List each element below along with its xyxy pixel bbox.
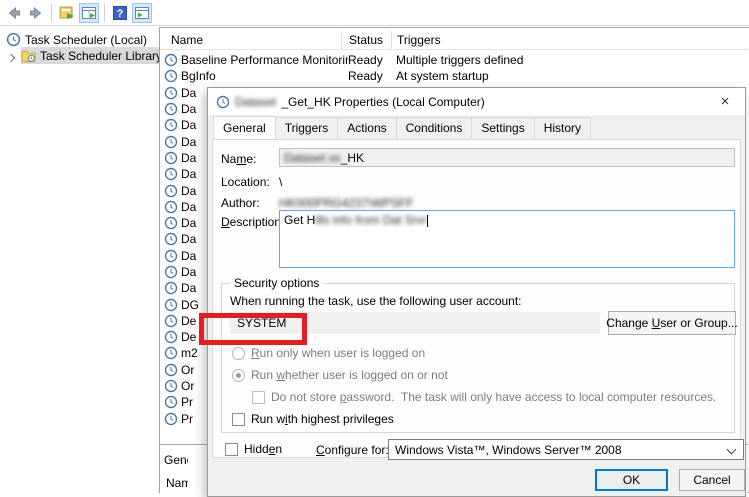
column-separator[interactable] bbox=[341, 31, 342, 49]
dialog-tab[interactable]: History bbox=[534, 117, 591, 140]
toolbar-separator bbox=[104, 4, 105, 22]
tree-expander-icon[interactable] bbox=[8, 50, 14, 64]
dialog-title: Dataset _Get_HK Properties (Local Comput… bbox=[216, 95, 485, 109]
task-triggers: Multiple triggers defined bbox=[396, 53, 523, 67]
standard-view-icon[interactable] bbox=[132, 3, 152, 23]
dialog-tab[interactable]: Settings bbox=[471, 117, 534, 140]
checkbox-hidden[interactable]: Hidden bbox=[225, 442, 282, 456]
sidebar-item-task-scheduler-local[interactable]: Task Scheduler (Local) bbox=[6, 31, 147, 48]
task-clock-icon bbox=[164, 395, 178, 409]
dialog-tabstrip: GeneralTriggersActionsConditionsSettings… bbox=[213, 117, 590, 140]
forward-arrow-icon[interactable] bbox=[26, 3, 46, 23]
sidebar-item-label: Task Scheduler Library bbox=[40, 49, 162, 63]
console-tree-toggle-icon[interactable] bbox=[57, 3, 77, 23]
task-clock-icon bbox=[164, 314, 178, 328]
task-clock-icon bbox=[164, 265, 178, 279]
location-value: \ bbox=[279, 175, 735, 189]
toolbar: ? bbox=[0, 0, 749, 26]
column-header-status[interactable]: Status bbox=[349, 33, 383, 47]
task-row[interactable]: Baseline Performance Monitoring Ready Mu… bbox=[160, 52, 748, 68]
checkbox-icon bbox=[232, 413, 245, 426]
task-triggers: At system startup bbox=[396, 69, 489, 83]
clock-icon bbox=[216, 95, 230, 109]
chevron-down-icon bbox=[727, 445, 737, 455]
preview-tab-general[interactable]: General bbox=[164, 453, 188, 467]
dialog-tab[interactable]: Triggers bbox=[275, 117, 339, 140]
location-label: Location: bbox=[221, 175, 270, 189]
checkbox-no-password[interactable]: Do not store password. The task will onl… bbox=[252, 390, 716, 404]
configure-for-dropdown[interactable]: Windows Vista™, Windows Server™ 2008 bbox=[388, 439, 744, 460]
cancel-button[interactable]: Cancel bbox=[679, 469, 745, 491]
task-clock-icon bbox=[164, 184, 178, 198]
annotation-rectangle bbox=[199, 313, 307, 345]
help-icon[interactable]: ? bbox=[110, 3, 130, 23]
task-name: BgInfo bbox=[181, 69, 348, 83]
name-label: Name: bbox=[221, 152, 256, 166]
task-clock-icon bbox=[164, 249, 178, 263]
preview-name-label: Name: bbox=[166, 476, 188, 490]
dialog-tab[interactable]: Actions bbox=[337, 117, 396, 140]
dialog-tab[interactable]: General bbox=[213, 116, 276, 139]
task-clock-icon bbox=[164, 86, 178, 100]
task-status: Ready bbox=[348, 53, 396, 67]
folder-clock-icon bbox=[21, 48, 36, 63]
checkbox-highest-privileges[interactable]: Run with highest privileges bbox=[232, 412, 394, 426]
account-hint: When running the task, use the following… bbox=[230, 294, 522, 308]
sidebar-item-task-scheduler-library[interactable]: Task Scheduler Library bbox=[21, 47, 176, 64]
task-clock-icon bbox=[164, 363, 178, 377]
security-options-group: Security options When running the task, … bbox=[221, 283, 735, 433]
svg-text:?: ? bbox=[117, 8, 124, 20]
task-clock-icon bbox=[164, 53, 178, 67]
configure-for-label: Configure for: bbox=[316, 443, 389, 457]
list-header: Name Status Triggers bbox=[160, 30, 748, 50]
task-status: Ready bbox=[348, 69, 396, 83]
back-arrow-icon[interactable] bbox=[4, 3, 24, 23]
sidebar-item-label: Task Scheduler (Local) bbox=[25, 33, 147, 47]
dialog-titlebar[interactable]: Dataset _Get_HK Properties (Local Comput… bbox=[208, 88, 745, 115]
description-label: Description: bbox=[221, 215, 284, 229]
task-clock-icon bbox=[164, 151, 178, 165]
task-clock-icon bbox=[164, 69, 178, 83]
dialog-tab[interactable]: Conditions bbox=[396, 117, 473, 140]
task-clock-icon bbox=[164, 118, 178, 132]
column-header-name[interactable]: Name bbox=[171, 33, 203, 47]
radio-run-whether[interactable]: Run whether user is logged on or not bbox=[232, 368, 448, 382]
dialog-title-redacted: Dataset bbox=[235, 95, 276, 109]
clock-icon bbox=[6, 32, 21, 47]
task-clock-icon bbox=[164, 216, 178, 230]
author-label: Author: bbox=[221, 196, 260, 210]
description-field[interactable]: Get Hills info from Dat Srvr bbox=[279, 210, 735, 268]
task-properties-dialog: Dataset _Get_HK Properties (Local Comput… bbox=[207, 87, 746, 497]
task-clock-icon bbox=[164, 379, 178, 393]
task-clock-icon bbox=[164, 281, 178, 295]
task-clock-icon bbox=[164, 200, 178, 214]
column-separator[interactable] bbox=[391, 31, 392, 49]
show-action-pane-icon[interactable] bbox=[79, 3, 99, 23]
console-tree: Task Scheduler (Local) Task Scheduler Li… bbox=[0, 26, 159, 493]
task-clock-icon bbox=[164, 330, 178, 344]
toolbar-separator bbox=[51, 4, 52, 22]
task-clock-icon bbox=[164, 135, 178, 149]
column-header-triggers[interactable]: Triggers bbox=[397, 33, 441, 47]
task-clock-icon bbox=[164, 346, 178, 360]
close-icon[interactable]: × bbox=[705, 88, 745, 115]
task-clock-icon bbox=[164, 167, 178, 181]
change-user-button[interactable]: Change User or Group... bbox=[608, 311, 736, 335]
task-clock-icon bbox=[164, 412, 178, 426]
task-clock-icon bbox=[164, 298, 178, 312]
task-clock-icon bbox=[164, 102, 178, 116]
task-clock-icon bbox=[164, 232, 178, 246]
radio-selected-icon bbox=[232, 369, 245, 382]
checkbox-icon bbox=[225, 443, 238, 456]
task-name: Baseline Performance Monitoring bbox=[181, 53, 348, 67]
ok-button[interactable]: OK bbox=[595, 469, 668, 491]
security-options-label: Security options bbox=[230, 276, 323, 290]
author-value: HK000PRG4237\WPSFF bbox=[279, 196, 735, 210]
radio-run-logged-on[interactable]: Run only when user is logged on bbox=[232, 346, 425, 360]
task-row[interactable]: BgInfo Ready At system startup bbox=[160, 68, 748, 84]
radio-icon bbox=[232, 347, 245, 360]
name-field[interactable]: Dataset xx _HK bbox=[279, 148, 735, 167]
checkbox-icon bbox=[252, 391, 265, 404]
general-tab-page: Name: Dataset xx _HK Location: \ Author:… bbox=[212, 139, 741, 458]
